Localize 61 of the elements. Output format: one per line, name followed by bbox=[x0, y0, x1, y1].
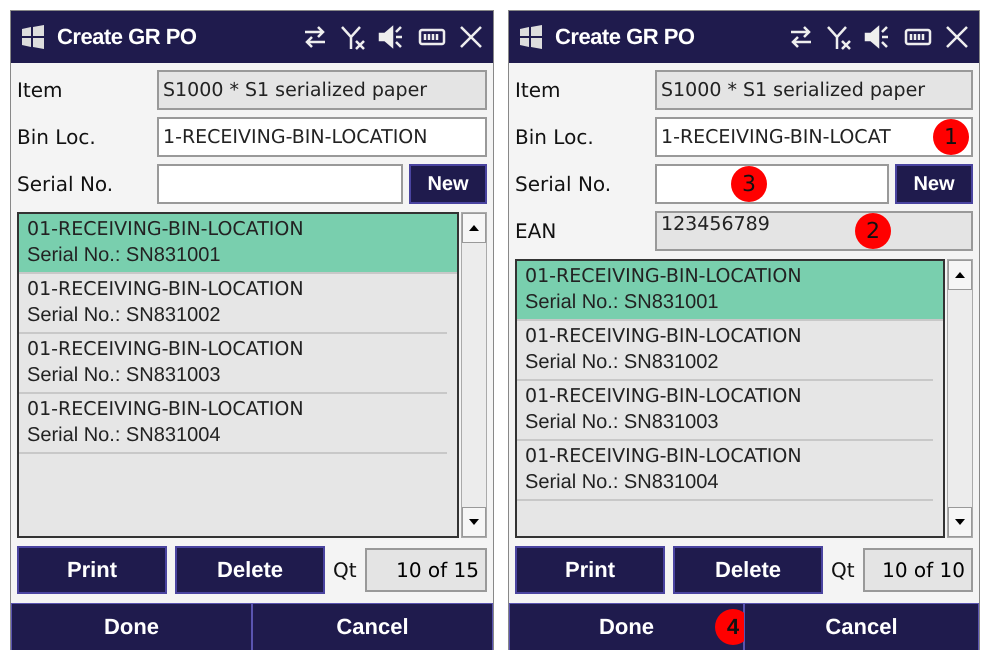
serial-text: Serial No.: SN831001 bbox=[27, 244, 222, 267]
field-label: Bin Loc. bbox=[17, 125, 97, 149]
field-label: Bin Loc. bbox=[515, 125, 595, 149]
serial-text: Serial No.: SN831003 bbox=[525, 411, 720, 434]
input-field[interactable] bbox=[157, 164, 403, 204]
footer-button[interactable]: Cancel bbox=[252, 603, 493, 650]
bin-location-text: 01-RECEIVING-BIN-LOCATION bbox=[525, 445, 803, 467]
bin-location-text: 01-RECEIVING-BIN-LOCATION bbox=[27, 338, 305, 360]
action-button[interactable]: Delete bbox=[175, 546, 325, 594]
speaker-icon bbox=[863, 23, 891, 51]
scrollbar[interactable] bbox=[947, 259, 973, 538]
bin-location-text: 01-RECEIVING-BIN-LOCATION bbox=[525, 385, 803, 407]
qty-label: Qt bbox=[333, 558, 357, 582]
footer-button[interactable]: Done 4 bbox=[509, 603, 744, 650]
serial-text: Serial No.: SN831002 bbox=[525, 351, 720, 374]
field-label: Item bbox=[515, 78, 562, 102]
window-title: Create GR PO bbox=[57, 24, 196, 50]
up-arrow-icon[interactable] bbox=[955, 272, 965, 278]
up-arrow-icon[interactable] bbox=[469, 225, 479, 231]
down-arrow-icon[interactable] bbox=[955, 519, 965, 525]
serial-text: Serial No.: SN831001 bbox=[525, 291, 720, 314]
footer-button[interactable]: Cancel bbox=[744, 603, 979, 650]
down-arrow-icon[interactable] bbox=[469, 519, 479, 525]
field-label: Serial No. bbox=[515, 172, 612, 196]
action-button[interactable]: Print bbox=[17, 546, 167, 594]
list-item[interactable]: 01-RECEIVING-BIN-LOCATION Serial No.: SN831001 bbox=[517, 261, 943, 321]
new-button[interactable]: New bbox=[895, 164, 973, 204]
list-item[interactable]: 01-RECEIVING-BIN-LOCATION Serial No.: SN831001 bbox=[19, 214, 457, 274]
action-button[interactable]: Print bbox=[515, 546, 665, 594]
field-label: Item bbox=[17, 78, 64, 102]
qty-field: 10 of 10 bbox=[862, 548, 973, 592]
marker-badge: 2 bbox=[855, 213, 891, 249]
serial-text: Serial No.: SN831003 bbox=[27, 364, 222, 387]
readonly-field: S1000 * S1 serialized paper bbox=[157, 70, 487, 110]
readonly-field: S1000 * S1 serialized paper bbox=[655, 70, 973, 110]
footer-button[interactable]: Done bbox=[11, 603, 252, 650]
bin-location-text: 01-RECEIVING-BIN-LOCATION bbox=[27, 398, 305, 420]
readonly-field: 123456789 2 bbox=[655, 211, 973, 251]
marker-badge: 1 bbox=[933, 119, 969, 155]
bin-location-text: 01-RECEIVING-BIN-LOCATION bbox=[27, 218, 305, 240]
input-field[interactable]: 1-RECEIVING-BIN-LOCAT 1 bbox=[655, 117, 973, 157]
new-button[interactable]: New bbox=[409, 164, 487, 204]
serial-text: Serial No.: SN831004 bbox=[27, 424, 222, 447]
bin-location-text: 01-RECEIVING-BIN-LOCATION bbox=[525, 325, 803, 347]
field-label: Serial No. bbox=[17, 172, 114, 196]
serial-text: Serial No.: SN831004 bbox=[525, 471, 720, 494]
bin-location-text: 01-RECEIVING-BIN-LOCATION bbox=[27, 278, 305, 300]
field-label: EAN bbox=[515, 219, 558, 243]
serial-text: Serial No.: SN831002 bbox=[27, 304, 222, 327]
speaker-icon bbox=[377, 23, 405, 51]
qty-label: Qt bbox=[831, 558, 855, 582]
marker-badge: 3 bbox=[731, 166, 767, 202]
windows-flag-icon bbox=[517, 23, 545, 51]
input-field[interactable]: 1-RECEIVING-BIN-LOCATION bbox=[157, 117, 487, 157]
scrollbar[interactable] bbox=[461, 212, 487, 538]
window-title: Create GR PO bbox=[555, 24, 694, 50]
qty-field: 10 of 15 bbox=[364, 548, 487, 592]
windows-flag-icon bbox=[19, 23, 47, 51]
bin-location-text: 01-RECEIVING-BIN-LOCATION bbox=[525, 265, 803, 287]
input-field[interactable]: 3 bbox=[655, 164, 889, 204]
action-button[interactable]: Delete bbox=[673, 546, 823, 594]
